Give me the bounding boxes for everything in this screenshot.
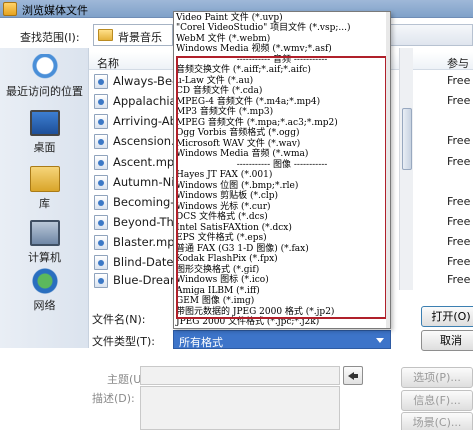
- lookin-value: 背景音乐: [118, 31, 162, 44]
- app-icon: [3, 2, 17, 16]
- place-label: 桌面: [33, 141, 56, 154]
- audio-file-icon: [94, 114, 108, 129]
- filetype-option[interactable]: Hayes JT FAX (*.001): [176, 170, 388, 181]
- filetype-select[interactable]: 所有格式: [173, 330, 391, 349]
- file-contributor: Free: [447, 94, 471, 107]
- place-desktop[interactable]: 桌面: [0, 110, 89, 155]
- description-label: 描述(D):: [92, 392, 135, 405]
- place-network[interactable]: 网络: [0, 268, 89, 313]
- file-contributor: Free: [447, 215, 471, 228]
- audio-file-icon: [94, 155, 108, 170]
- place-library[interactable]: 库: [0, 166, 89, 211]
- filetype-value: 所有格式: [179, 336, 223, 349]
- library-icon: [29, 166, 60, 192]
- places-bar: 最近访问的位置 桌面 库 计算机 网络: [0, 48, 89, 348]
- open-button[interactable]: 打开(O): [421, 306, 473, 327]
- audio-file-icon: [94, 74, 108, 89]
- back-button[interactable]: [343, 366, 363, 385]
- file-contributor: Free: [447, 195, 471, 208]
- file-contributor: Free: [447, 74, 471, 87]
- filetype-option[interactable]: Windows Media 音频 (*.wma): [176, 149, 388, 160]
- audio-file-icon: [94, 235, 108, 250]
- dropdown-scrollbar[interactable]: [386, 12, 390, 328]
- folder-icon: [98, 29, 113, 41]
- audio-file-icon: [94, 195, 108, 210]
- filetype-option[interactable]: MP3 音频文件 (*.mp3): [176, 107, 388, 118]
- filetype-option[interactable]: 音频交换文件 (*.aiff;*.aif;*.aifc): [176, 65, 388, 76]
- filetype-option[interactable]: Windows 图标 (*.ico): [176, 275, 388, 286]
- place-label: 库: [39, 197, 50, 210]
- file-name: Autumn-Nig: [113, 175, 182, 189]
- file-contributor: Free: [447, 155, 471, 168]
- view-toolbar[interactable]: [388, 24, 473, 46]
- lookin-combo[interactable]: 背景音乐: [93, 24, 173, 46]
- file-name: Blue-Dream: [113, 273, 182, 287]
- info-button[interactable]: 信息(F)...: [401, 390, 473, 411]
- column-contributor[interactable]: 参与: [447, 55, 469, 71]
- cancel-button[interactable]: 取消: [421, 330, 473, 351]
- place-recent[interactable]: 最近访问的位置: [0, 54, 89, 99]
- desktop-icon: [29, 110, 60, 136]
- audio-file-icon: [94, 175, 108, 190]
- place-label: 网络: [33, 299, 56, 312]
- file-name: Beyond-The: [113, 215, 181, 229]
- file-name: Ascent.mp3: [113, 155, 182, 169]
- filetype-option[interactable]: Windows 剪贴板 (*.clp): [176, 191, 388, 202]
- network-icon: [29, 268, 60, 294]
- filetype-option[interactable]: GEM 图像 (*.img): [176, 296, 388, 307]
- file-contributor: Free: [447, 134, 471, 147]
- audio-file-icon: [94, 255, 108, 270]
- recent-places-icon: [29, 54, 60, 80]
- audio-file-icon: [94, 273, 108, 288]
- file-contributor: Free: [447, 273, 471, 286]
- lookin-label: 查找范围(I):: [20, 31, 80, 44]
- audio-file-icon: [94, 215, 108, 230]
- file-name: Blaster.mp3: [113, 235, 182, 249]
- computer-icon: [29, 220, 60, 246]
- file-name: Arriving-Ab: [113, 114, 177, 128]
- column-name[interactable]: 名称: [97, 55, 119, 71]
- subject-field[interactable]: [140, 366, 340, 385]
- file-name: Always-Be-: [113, 74, 177, 88]
- filetype-option[interactable]: Kodak FlashPix (*.fpx): [176, 254, 388, 265]
- filetype-label: 文件类型(T):: [92, 335, 156, 348]
- filetype-option[interactable]: "Corel VideoStudio" 项目文件 (*.vsp;...): [176, 23, 388, 34]
- description-field[interactable]: [140, 386, 340, 430]
- audio-file-icon: [94, 94, 108, 109]
- audio-file-icon: [94, 134, 108, 149]
- file-contributor: Free: [447, 255, 471, 268]
- scene-button[interactable]: 场景(C)...: [401, 412, 473, 430]
- filetype-option[interactable]: EPS 文件格式 (*.eps): [176, 233, 388, 244]
- filetype-option[interactable]: JPEG 2000 文件格式 (*.jpc;*.j2k): [176, 317, 388, 328]
- filetype-option[interactable]: CD 音频文件 (*.cda): [176, 86, 388, 97]
- file-contributor: Free: [447, 235, 471, 248]
- filetype-option[interactable]: Ogg Vorbis 音频格式 (*.ogg): [176, 128, 388, 139]
- filename-label: 文件名(N):: [92, 313, 146, 326]
- scrollbar-thumb[interactable]: [402, 108, 412, 170]
- back-arrow-icon: [348, 372, 358, 380]
- place-computer[interactable]: 计算机: [0, 220, 89, 265]
- window-title: 浏览媒体文件: [22, 4, 88, 17]
- place-label: 计算机: [28, 251, 61, 264]
- options-button[interactable]: 选项(P)...: [401, 367, 473, 388]
- chevron-down-icon: [376, 338, 384, 343]
- place-label: 最近访问的位置: [6, 85, 83, 98]
- filetype-dropdown-list[interactable]: Video Paint 文件 (*.uvp) "Corel VideoStudi…: [173, 11, 391, 329]
- filetype-option[interactable]: DCS 文件格式 (*.dcs): [176, 212, 388, 223]
- filetype-option[interactable]: Windows Media 视频 (*.wmv;*.asf): [176, 44, 388, 55]
- file-list-scrollbar[interactable]: [399, 48, 413, 290]
